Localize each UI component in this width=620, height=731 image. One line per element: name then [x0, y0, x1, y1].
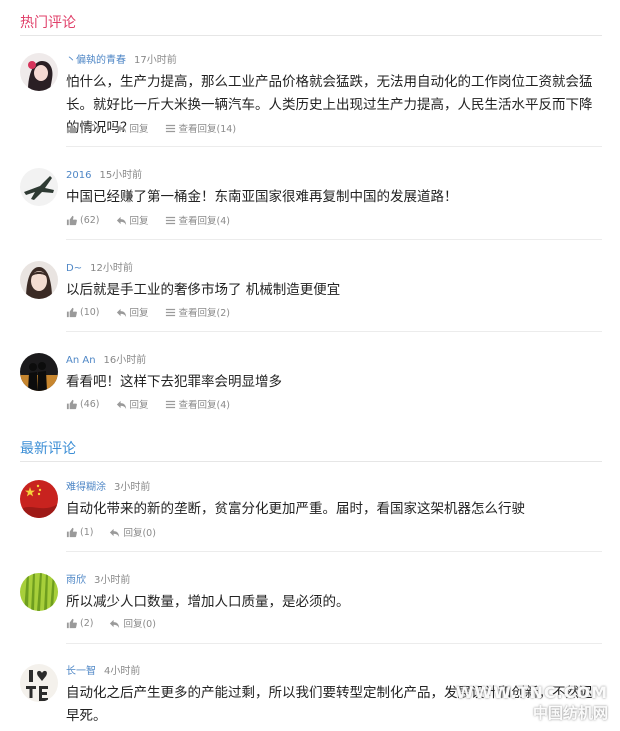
- reply-label: 回复: [129, 216, 149, 227]
- reply-button[interactable]: 回复: [116, 397, 149, 411]
- like-count: (46): [80, 398, 100, 410]
- like-count: (50): [80, 122, 100, 134]
- like-button[interactable]: (10): [66, 307, 100, 318]
- comment-meta: D~ 12小时前: [66, 259, 133, 274]
- username-link[interactable]: 丶偏執的青春: [66, 55, 126, 66]
- like-count: (2): [80, 617, 94, 629]
- comment-divider: [66, 239, 602, 240]
- comment-divider: [66, 146, 602, 147]
- reply-button[interactable]: 回复: [116, 213, 149, 227]
- like-count: (1): [80, 526, 94, 538]
- comment-text: 所以减少人口数量，增加人口质量，是必须的。: [66, 594, 350, 610]
- comment-time: 16小时前: [103, 355, 147, 366]
- comment-actions: (46) 回复 查看回复(4): [66, 397, 246, 411]
- reply-button[interactable]: 回复(0): [109, 616, 156, 630]
- view-replies-button[interactable]: 查看回复(4): [165, 213, 230, 227]
- reply-arrow-icon: [116, 216, 126, 225]
- reply-button[interactable]: 回复: [116, 305, 149, 319]
- reply-label: 回复: [129, 400, 149, 411]
- list-icon: [165, 400, 175, 408]
- reply-count-label: 回复(0): [123, 528, 156, 539]
- woman-portrait-avatar-icon[interactable]: [20, 261, 58, 299]
- comment-meta: 长一智 4小时前: [66, 662, 140, 677]
- comment-actions: (50) 回复 查看回复(14): [66, 121, 252, 135]
- comment-actions: (1) 回复(0): [66, 525, 172, 539]
- like-button[interactable]: (62): [66, 215, 100, 226]
- comment-time: 17小时前: [134, 55, 177, 66]
- comment-actions: (62) 回复 查看回复(4): [66, 213, 246, 227]
- username-link[interactable]: 雨欣: [66, 575, 86, 586]
- reply-arrow-icon: [110, 619, 120, 628]
- comment-divider: [66, 643, 602, 644]
- view-replies-label: 查看回复(2): [178, 308, 230, 319]
- site-watermark: WWW.TNC.COM 中国纺机网: [456, 683, 608, 723]
- view-replies-label: 查看回复(14): [178, 124, 237, 135]
- view-replies-button[interactable]: 查看回复(14): [165, 121, 237, 135]
- fighter-jet-avatar-icon[interactable]: [20, 168, 58, 206]
- username-link[interactable]: D~: [66, 263, 82, 274]
- comment-divider: [66, 551, 602, 552]
- reply-button[interactable]: 回复(0): [109, 525, 156, 539]
- comment-time: 15小时前: [99, 170, 143, 181]
- thumbs-up-icon: [66, 618, 77, 628]
- like-button[interactable]: (46): [66, 399, 100, 410]
- like-button[interactable]: (1): [66, 527, 93, 538]
- comment-meta: 丶偏執的青春 17小时前: [66, 51, 177, 66]
- view-replies-label: 查看回复(4): [178, 400, 230, 411]
- reply-label: 回复: [129, 308, 149, 319]
- watermark-url: WWW.TNC.COM: [455, 683, 608, 702]
- comment-meta: 雨欣 3小时前: [66, 571, 130, 586]
- watermark-site-name: 中国纺机网: [532, 704, 608, 722]
- like-count: (62): [80, 214, 100, 226]
- comment-meta: 难得糊涂 3小时前: [66, 478, 150, 493]
- anime-girl-avatar-icon[interactable]: [20, 53, 58, 91]
- like-button[interactable]: (50): [66, 123, 100, 134]
- comment-meta: 2016 15小时前: [66, 166, 142, 181]
- comment-meta: An An 16小时前: [66, 351, 146, 366]
- comment-actions: (2) 回复(0): [66, 616, 172, 630]
- username-link[interactable]: 2016: [66, 170, 91, 181]
- view-replies-label: 查看回复(4): [178, 216, 230, 227]
- reply-arrow-icon: [116, 124, 126, 133]
- thumbs-up-icon: [66, 527, 77, 537]
- reply-button[interactable]: 回复: [116, 121, 149, 135]
- username-link[interactable]: 长一智: [66, 666, 96, 677]
- i-love-tea-avatar-icon[interactable]: [20, 664, 58, 702]
- reply-arrow-icon: [116, 400, 126, 409]
- view-replies-button[interactable]: 查看回复(4): [165, 397, 230, 411]
- comment-time: 3小时前: [94, 575, 131, 586]
- like-count: (10): [80, 306, 100, 318]
- china-flag-avatar-icon[interactable]: [20, 480, 58, 518]
- like-button[interactable]: (2): [66, 618, 93, 629]
- thumbs-up-icon: [66, 123, 77, 133]
- thumbs-up-icon: [66, 215, 77, 225]
- new-comments-title: 最新评论: [20, 441, 76, 457]
- comment-text: 以后就是手工业的奢侈市场了 机械制造更便宜: [66, 282, 341, 298]
- comment-text: 中国已经赚了第一桶金！东南亚国家很难再复制中国的发展道路！: [66, 189, 458, 205]
- sunset-couple-avatar-icon[interactable]: [20, 353, 58, 391]
- comment-divider: [66, 331, 602, 332]
- reply-arrow-icon: [110, 528, 120, 537]
- comment-actions: (10) 回复 查看回复(2): [66, 305, 246, 319]
- view-replies-button[interactable]: 查看回复(2): [165, 305, 230, 319]
- reply-label: 回复: [129, 124, 149, 135]
- comment-time: 4小时前: [104, 666, 141, 677]
- comment-time: 12小时前: [90, 263, 133, 274]
- section-divider: [20, 461, 602, 462]
- username-link[interactable]: 难得糊涂: [66, 482, 106, 493]
- comment-time: 3小时前: [114, 482, 151, 493]
- section-divider: [20, 35, 602, 36]
- comment-text: 自动化带来的新的垄断，贫富分化更加严重。届时，看国家这架机器怎么行驶: [66, 501, 525, 517]
- list-icon: [165, 308, 175, 316]
- green-grass-avatar-icon[interactable]: [20, 573, 58, 611]
- hot-comments-title: 热门评论: [20, 15, 76, 31]
- username-link[interactable]: An An: [66, 355, 96, 366]
- comment-text: 看看吧！这样下去犯罪率会明显增多: [66, 374, 282, 390]
- list-icon: [165, 124, 175, 132]
- thumbs-up-icon: [66, 307, 77, 317]
- thumbs-up-icon: [66, 399, 77, 409]
- list-icon: [165, 216, 175, 224]
- reply-arrow-icon: [116, 308, 126, 317]
- reply-count-label: 回复(0): [123, 619, 156, 630]
